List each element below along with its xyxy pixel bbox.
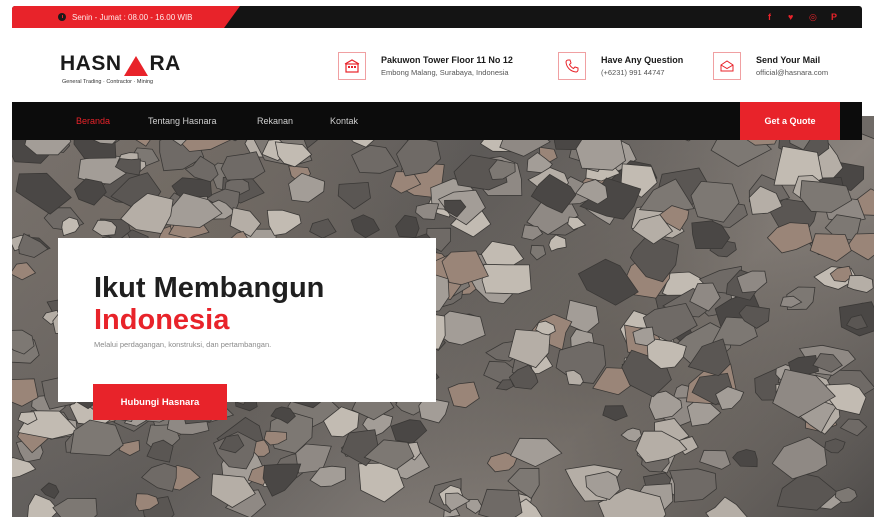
rock-shape	[74, 178, 107, 206]
rock-shape	[70, 419, 124, 457]
rock-shape	[447, 381, 480, 409]
rock-shape	[766, 222, 813, 254]
rock-shape	[530, 244, 547, 261]
mail-address[interactable]: official@hasnara.com	[756, 68, 828, 77]
nav-item-kontak[interactable]: Kontak	[330, 116, 358, 126]
mail-title: Send Your Mail	[756, 55, 821, 65]
rock-shape	[548, 234, 567, 252]
nav-item-beranda[interactable]: Beranda	[76, 116, 110, 126]
working-hours-banner: Senin - Jumat : 08.00 - 16.00 WIB	[12, 6, 240, 28]
phone-icon	[558, 52, 586, 80]
rock-shape	[337, 181, 371, 210]
nav-item-rekanan[interactable]: Rekanan	[257, 116, 293, 126]
logo-text-part1: HASN	[60, 52, 122, 75]
twitter-icon[interactable]: ♥	[788, 6, 793, 28]
nav-item-tentang-hasnara[interactable]: Tentang Hasnara	[148, 116, 217, 126]
rock-shape	[262, 463, 302, 497]
rock-shape	[509, 437, 563, 468]
rock-shape	[141, 462, 177, 492]
rock-shape	[18, 233, 49, 258]
pinterest-icon[interactable]: P	[831, 6, 837, 28]
address-title: Pakuwon Tower Floor 11 No 12	[381, 55, 513, 65]
rock-shape	[266, 209, 302, 236]
get-a-quote-button[interactable]: Get a Quote	[740, 102, 840, 140]
rock-shape	[351, 144, 399, 174]
rock-shape	[12, 262, 37, 281]
rock-shape	[564, 299, 600, 334]
mail-icon	[713, 52, 741, 80]
top-bar: Senin - Jumat : 08.00 - 16.00 WIB f ♥ ◎ …	[12, 6, 862, 28]
address-sub: Embong Malang, Surabaya, Indonesia	[381, 68, 509, 77]
facebook-icon[interactable]: f	[768, 6, 771, 28]
rock-shape	[40, 482, 60, 499]
address-info: Pakuwon Tower Floor 11 No 12 Embong Mala…	[338, 52, 513, 80]
building-icon	[338, 52, 366, 80]
rock-shape	[577, 258, 639, 306]
rock-shape	[809, 233, 852, 262]
logo-text-part2: RA	[149, 52, 181, 75]
working-hours-text: Senin - Jumat : 08.00 - 16.00 WIB	[72, 12, 193, 22]
logo-tagline: General Trading · Contractor · Mining	[62, 79, 154, 85]
rock-shape	[705, 496, 748, 517]
hero-heading-line1: Ikut Membangun	[94, 272, 325, 304]
rock-shape	[839, 418, 868, 437]
contact-hasnara-button[interactable]: Hubungi Hasnara	[93, 384, 227, 420]
phone-number[interactable]: (+6231) 991 44747	[601, 68, 683, 77]
main-navigation: Beranda Tentang Hasnara Rekanan Kontak G…	[12, 102, 862, 140]
rock-shape	[771, 436, 828, 480]
rock-shape	[309, 218, 337, 239]
hero-subtitle: Melalui perdagangan, konstruksi, dan per…	[94, 340, 272, 349]
hero-heading-line2: Indonesia	[94, 304, 230, 336]
rock-shape	[220, 151, 266, 181]
rock-shape	[669, 468, 717, 503]
rock-shape	[824, 438, 846, 454]
rock-shape	[620, 427, 642, 443]
rock-shape	[699, 449, 731, 470]
brand-logo[interactable]: HASN RA General Trading · Contractor · M…	[60, 52, 181, 85]
clock-icon	[58, 13, 66, 21]
rock-shape	[445, 492, 471, 512]
logo-triangle-icon	[123, 56, 148, 76]
rock-shape	[350, 214, 380, 239]
rock-shape	[390, 419, 428, 444]
rock-shape	[602, 405, 628, 422]
rock-shape	[478, 488, 523, 517]
hero-card: Ikut Membangun Indonesia Melalui perdaga…	[58, 238, 436, 402]
rock-shape	[395, 214, 420, 239]
phone-info: Have Any Question (+6231) 991 44747	[558, 52, 683, 80]
rock-shape	[481, 263, 532, 295]
rock-shape	[847, 275, 874, 293]
instagram-icon[interactable]: ◎	[809, 6, 817, 28]
phone-title: Have Any Question	[601, 55, 684, 65]
rock-shape	[415, 203, 440, 220]
mail-info: Send Your Mail official@hasnara.com	[713, 52, 828, 80]
rock-shape	[732, 449, 758, 468]
rock-shape	[52, 497, 98, 517]
